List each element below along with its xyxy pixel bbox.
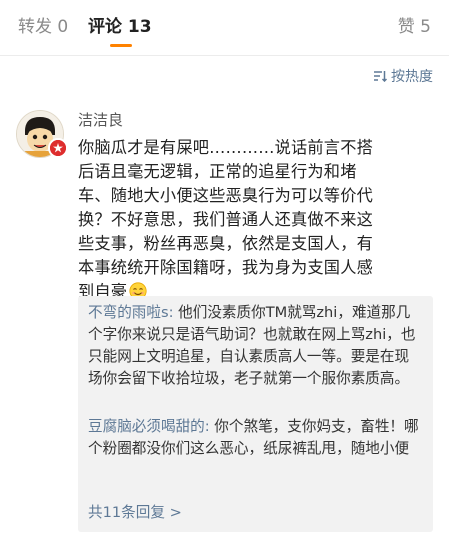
reply-username[interactable]: 不弯的雨啦s: [88,304,174,321]
sort-label: 按热度 [391,69,433,85]
reply-username[interactable]: 豆腐脑必须喝甜的: [88,418,210,435]
user-badge-icon [48,138,68,158]
active-tab-indicator [110,44,132,47]
reply-item[interactable]: 豆腐脑必须喝甜的: 你个煞笔，支你妈支，畜牲！哪个粉圈都没你们这么恶心，纸尿裤乱… [88,416,420,460]
more-replies-link[interactable]: 共11条回复 > [88,502,182,524]
sort-button[interactable]: 按热度 [373,66,433,86]
tab-likes[interactable]: 赞 5 [398,16,431,38]
replies-box: 不弯的雨啦s: 他们没素质你TM就骂zhi，难道那几个字你来说只是语气助词？也就… [78,296,433,532]
sort-icon [374,71,387,82]
divider [0,55,449,56]
comment-text: 你脑瓜才是有屎吧…………说话前言不搭后语且毫无逻辑，正常的追星行为和堵车、随地大… [78,138,373,301]
tab-bar: 转发 0 评论 13 赞 5 [0,0,449,56]
comment-body: 你脑瓜才是有屎吧…………说话前言不搭后语且毫无逻辑，正常的追星行为和堵车、随地大… [78,136,374,304]
comment-username[interactable]: 洁洁良 [78,110,123,130]
tab-repost[interactable]: 转发 0 [18,16,68,38]
reply-item[interactable]: 不弯的雨啦s: 他们没素质你TM就骂zhi，难道那几个字你来说只是语气助词？也就… [88,302,420,390]
tab-comments[interactable]: 评论 13 [88,16,152,38]
